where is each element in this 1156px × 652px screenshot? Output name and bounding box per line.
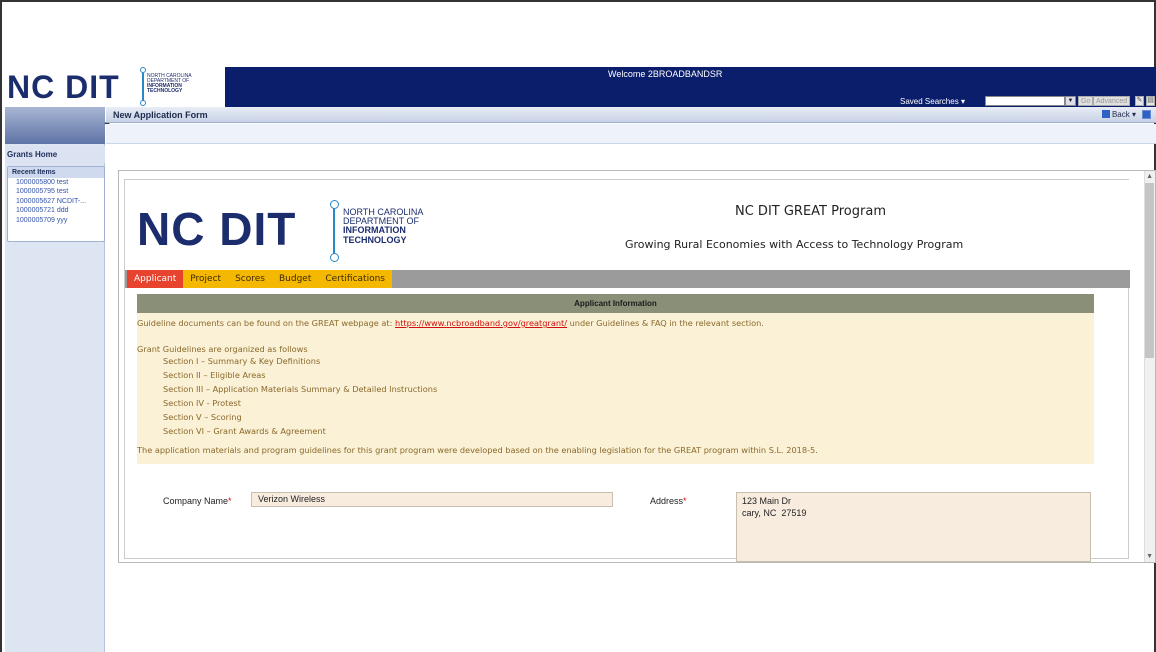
page-title: New Application Form <box>113 110 208 120</box>
edit-icon[interactable]: ✎ <box>1135 96 1144 106</box>
scroll-down-icon[interactable]: ▼ <box>1146 553 1153 560</box>
address-label: Address* <box>650 496 687 506</box>
options-icon[interactable] <box>1142 110 1151 119</box>
section-item: Section VI – Grant Awards & Agreement <box>163 426 326 436</box>
logo-main-text: NC DIT <box>7 69 120 105</box>
scroll-up-icon[interactable]: ▲ <box>1146 173 1153 180</box>
program-title: NC DIT GREAT Program <box>735 204 886 219</box>
scrollbar-thumb[interactable] <box>1145 183 1154 358</box>
required-marker: * <box>683 496 687 506</box>
section-item: Section III – Application Materials Summ… <box>163 384 438 394</box>
application-form: NC DIT NORTH CAROLINA DEPARTMENT OF INFO… <box>124 179 1130 562</box>
chevron-down-icon: ▾ <box>960 97 965 106</box>
guideline-suffix: under Guidelines & FAQ in the relevant s… <box>567 318 764 328</box>
search-dropdown-button[interactable]: ▼ <box>1065 96 1076 106</box>
address-line2: cary, NC 27519 <box>742 508 807 518</box>
section-item: Section V – Scoring <box>163 412 242 422</box>
tab-scores[interactable]: Scores <box>228 270 272 288</box>
scrollbar[interactable]: ▲ ▼ <box>1144 171 1155 562</box>
back-label: Back <box>1111 110 1130 119</box>
banner-logo-line4: TECHNOLOGY <box>343 234 407 245</box>
sub-toolbar <box>106 124 1156 144</box>
panel-heading: Applicant Information <box>137 294 1094 313</box>
section-item: Section IV - Protest <box>163 398 241 408</box>
tab-project[interactable]: Project <box>183 270 228 288</box>
recent-item[interactable]: 1000005627 NCDIT-... <box>8 197 104 206</box>
recent-item[interactable]: 1000005800 test <box>8 178 104 187</box>
organized-text: Grant Guidelines are organized as follow… <box>137 344 308 354</box>
required-marker: * <box>228 496 232 506</box>
program-subtitle: Growing Rural Economies with Access to T… <box>625 238 964 251</box>
section-item: Section I – Summary & Key Definitions <box>163 356 321 366</box>
great-webpage-link[interactable]: https://www.ncbroadband.gov/greatgrant/ <box>395 318 567 328</box>
recent-item[interactable]: 1000005795 test <box>8 187 104 196</box>
tab-budget[interactable]: Budget <box>272 270 318 288</box>
section-item: Section II – Eligible Areas <box>163 370 266 380</box>
tab-certifications[interactable]: Certifications <box>318 270 392 288</box>
recent-items-box: Recent Items 1000005800 test 1000005795 … <box>7 166 105 242</box>
back-icon <box>1101 110 1110 118</box>
back-button[interactable]: Back ▾ <box>1101 110 1136 119</box>
page-title-bar: New Application Form Back ▾ <box>106 107 1156 123</box>
address-label-text: Address <box>650 496 684 506</box>
go-button[interactable]: Go <box>1078 96 1094 106</box>
address-field[interactable]: 123 Main Dr cary, NC 27519 <box>736 492 1091 562</box>
address-line1: 123 Main Dr <box>742 496 792 506</box>
tab-bar: Applicant Project Scores Budget Certific… <box>125 270 1130 288</box>
recent-item[interactable]: 1000005721 ddd <box>8 206 104 215</box>
guideline-prefix: Guideline documents can be found on the … <box>137 318 396 328</box>
app-header: NC DIT NORTH CAROLINA DEPARTMENT OF INFO… <box>5 67 1156 107</box>
company-name-field[interactable]: Verizon Wireless <box>251 492 613 507</box>
saved-searches-menu[interactable]: Saved Searches ▾ <box>900 97 965 106</box>
saved-searches-label: Saved Searches <box>900 97 959 106</box>
form-frame: ▲ ▼ NC DIT NORTH CAROLINA DEPARTMENT OF … <box>118 170 1156 563</box>
grants-home-link[interactable]: Grants Home <box>5 146 105 163</box>
recent-items-title: Recent Items <box>8 167 104 178</box>
guideline-text: Guideline documents can be found on the … <box>137 318 764 328</box>
trash-icon[interactable]: ▤ <box>1146 96 1155 106</box>
company-name-label: Company Name* <box>163 496 232 506</box>
chevron-down-icon: ▼ <box>1067 98 1074 104</box>
ncdit-logo: NC DIT NORTH CAROLINA DEPARTMENT OF INFO… <box>5 67 225 107</box>
logo-line4: TECHNOLOGY <box>147 88 183 95</box>
banner-logo-text: NC DIT <box>137 203 297 255</box>
search-input[interactable] <box>985 96 1065 106</box>
recent-item[interactable]: 1000005709 yyy <box>8 216 104 225</box>
legislation-text: The application materials and program gu… <box>137 445 818 455</box>
tab-applicant[interactable]: Applicant <box>127 270 184 288</box>
applicant-info-panel: Applicant Information Guideline document… <box>137 294 1094 464</box>
welcome-text: Welcome 2BROADBANDSR <box>608 69 723 79</box>
company-name-label-text: Company Name <box>163 496 229 506</box>
nav-header <box>5 107 105 144</box>
program-banner: NC DIT NORTH CAROLINA DEPARTMENT OF INFO… <box>125 180 1130 270</box>
advanced-button[interactable]: Advanced <box>1093 96 1131 106</box>
